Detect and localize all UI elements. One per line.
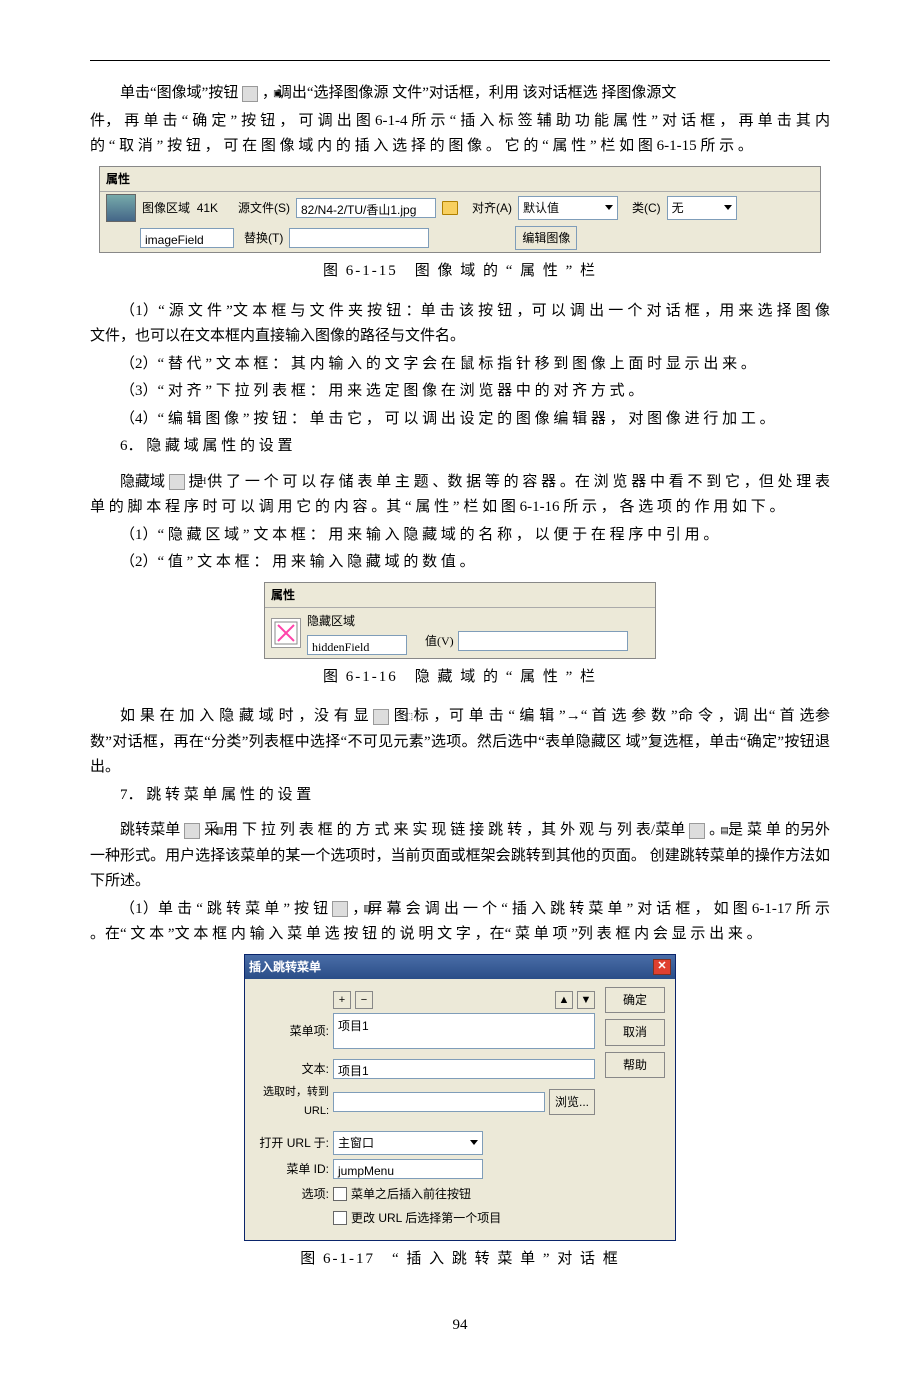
- text: 提 供 了 一 个 可 以 存 储 表 单 主 题 、数 据 等 的 容 器 。…: [90, 474, 830, 516]
- paragraph: 单击“图像域”按钮 ▣ ，调出“选择图像源 文件”对话框，利用 该对话框选 择图…: [90, 81, 830, 107]
- label: 菜单 ID:: [255, 1159, 329, 1179]
- paragraph: （4）“ 编 辑 图 像 ” 按 钮 ： 单 击 它 ， 可 以 调 出 设 定…: [90, 407, 830, 433]
- close-icon[interactable]: ✕: [653, 959, 671, 975]
- label: 选取时，转到 URL:: [255, 1083, 329, 1120]
- edit-image-button[interactable]: 编辑图像: [515, 226, 577, 250]
- invisible-element-icon: ⬚: [373, 709, 389, 725]
- figure-caption: 图 6-1-15 图 像 域 的 “ 属 性 ” 栏: [90, 259, 830, 285]
- select-value: 主窗口: [338, 1133, 374, 1153]
- label: 值(V): [425, 631, 454, 651]
- name-input[interactable]: hiddenField: [307, 635, 407, 655]
- chevron-down-icon: [724, 205, 732, 210]
- browse-button[interactable]: 浏览...: [549, 1089, 595, 1115]
- text: 跳转菜单: [120, 822, 180, 838]
- paragraph: （2）“ 替 代 ” 文 本 框 ： 其 内 输 入 的 文 字 会 在 鼠 标…: [90, 352, 830, 378]
- label: 图像区域: [142, 201, 190, 215]
- align-select[interactable]: 默认值: [518, 196, 618, 220]
- list-item[interactable]: 项目1: [338, 1019, 369, 1033]
- properties-panel-image: 属性 图像区域 41K 源文件(S) 82/N4-2/TU/香山1.jpg 对齐…: [99, 166, 821, 254]
- top-rule: [90, 60, 830, 61]
- figure-caption: 图 6-1-16 隐 藏 域 的 “ 属 性 ” 栏: [90, 665, 830, 691]
- menu-id-input[interactable]: jumpMenu: [333, 1159, 483, 1179]
- src-input[interactable]: 82/N4-2/TU/香山1.jpg: [296, 198, 436, 218]
- size-text: 41K: [197, 201, 218, 215]
- text: 如 果 在 加 入 隐 藏 域 时 ，没 有 显: [120, 708, 369, 724]
- text: ，调出“选择图像源 文件”对话框，利用 该对话框选 择图像源文: [262, 85, 677, 101]
- panel-tab[interactable]: 属性: [100, 167, 820, 192]
- checkbox-label: 菜单之后插入前往按钮: [351, 1184, 471, 1204]
- cancel-button[interactable]: 取消: [605, 1019, 665, 1045]
- checkbox-go-button[interactable]: [333, 1187, 347, 1201]
- paragraph: （1）单 击 “ 跳 转 菜 单 ” 按 钮 ▥ ，屏 幕 会 调 出 一 个 …: [90, 897, 830, 948]
- paragraph: 隐藏域 H 提 供 了 一 个 可 以 存 储 表 单 主 题 、数 据 等 的…: [90, 470, 830, 521]
- insert-jump-menu-dialog: 插入跳转菜单 ✕ + − ▲ ▼ 菜单项: 项目1: [244, 954, 676, 1242]
- ok-button[interactable]: 确定: [605, 987, 665, 1013]
- open-in-select[interactable]: 主窗口: [333, 1131, 483, 1155]
- folder-icon[interactable]: [442, 201, 458, 215]
- remove-button[interactable]: −: [355, 991, 373, 1009]
- text: 单击“图像域”按钮: [120, 85, 238, 101]
- paragraph: （1）“ 源 文 件 ”文 本 框 与 文 件 夹 按 钮 ：单 击 该 按 钮…: [90, 299, 830, 350]
- move-down-button[interactable]: ▼: [577, 991, 595, 1009]
- chevron-down-icon: [605, 205, 613, 210]
- jump-menu-button-icon: ▥: [332, 901, 348, 917]
- class-select[interactable]: 无: [667, 196, 737, 220]
- add-button[interactable]: +: [333, 991, 351, 1009]
- text: 隐藏域: [120, 474, 165, 490]
- panel-tab[interactable]: 属性: [265, 583, 655, 608]
- dialog-titlebar[interactable]: 插入跳转菜单 ✕: [245, 955, 675, 979]
- paragraph: 跳转菜单 ▥ 采 用 下 拉 列 表 框 的 方 式 来 实 现 链 接 跳 转…: [90, 818, 830, 895]
- paragraph: 如 果 在 加 入 隐 藏 域 时 ，没 有 显 ⬚ 图 标 ，可 单 击 “ …: [90, 704, 830, 781]
- paragraph: （2）“ 值 ” 文 本 框 ： 用 来 输 入 隐 藏 域 的 数 值 。: [90, 550, 830, 576]
- text: 采 用 下 拉 列 表 框 的 方 式 来 实 现 链 接 跳 转 ，其 外 观…: [204, 822, 685, 838]
- dialog-title: 插入跳转菜单: [249, 957, 321, 977]
- section-heading: 6． 隐 藏 域 属 性 的 设 置: [90, 434, 830, 460]
- label: 菜单项:: [255, 1021, 329, 1041]
- label: 打开 URL 于:: [255, 1133, 329, 1153]
- properties-panel-hidden: 属性 隐藏区域 hiddenField 值(V): [264, 582, 656, 659]
- label: 选项:: [255, 1184, 329, 1204]
- label: 隐藏区域: [307, 611, 407, 631]
- paragraph: （3）“ 对 齐 ” 下 拉 列 表 框 ： 用 来 选 定 图 像 在 浏 览…: [90, 379, 830, 405]
- checkbox-select-first[interactable]: [333, 1211, 347, 1225]
- image-field-icon: ▣: [242, 86, 258, 102]
- select-value: 无: [672, 198, 684, 218]
- text: （1）单 击 “ 跳 转 菜 单 ” 按 钮: [120, 901, 328, 917]
- label: 类(C): [632, 198, 661, 218]
- label: 替换(T): [244, 228, 283, 248]
- name-input[interactable]: imageField: [140, 228, 234, 248]
- page-number: 94: [90, 1313, 830, 1339]
- section-heading: 7． 跳 转 菜 单 属 性 的 设 置: [90, 783, 830, 809]
- label: 文本:: [255, 1059, 329, 1079]
- select-value: 默认值: [523, 198, 559, 218]
- list-menu-icon: ▤: [689, 823, 705, 839]
- checkbox-label: 更改 URL 后选择第一个项目: [351, 1208, 501, 1228]
- jump-menu-icon: ▥: [184, 823, 200, 839]
- url-input[interactable]: [333, 1092, 545, 1112]
- move-up-button[interactable]: ▲: [555, 991, 573, 1009]
- figure-caption: 图 6-1-17 “ 插 入 跳 转 菜 单 ” 对 话 框: [90, 1247, 830, 1273]
- hidden-field-icon: [271, 618, 301, 648]
- hidden-field-icon: H: [169, 474, 185, 490]
- label: 对齐(A): [472, 198, 512, 218]
- paragraph: 件， 再 单 击 “ 确 定 ” 按 钮 ， 可 调 出 图 6-1-4 所 示…: [90, 109, 830, 160]
- chevron-down-icon: [470, 1140, 478, 1145]
- value-input[interactable]: [458, 631, 628, 651]
- help-button[interactable]: 帮助: [605, 1052, 665, 1078]
- label: 源文件(S): [238, 198, 290, 218]
- thumbnail-icon: [106, 194, 136, 222]
- paragraph: （1）“ 隐 藏 区 域 ” 文 本 框 ： 用 来 输 入 隐 藏 域 的 名…: [90, 523, 830, 549]
- text-input[interactable]: 项目1: [333, 1059, 595, 1079]
- menu-items-listbox[interactable]: 项目1: [333, 1013, 595, 1049]
- alt-input[interactable]: [289, 228, 429, 248]
